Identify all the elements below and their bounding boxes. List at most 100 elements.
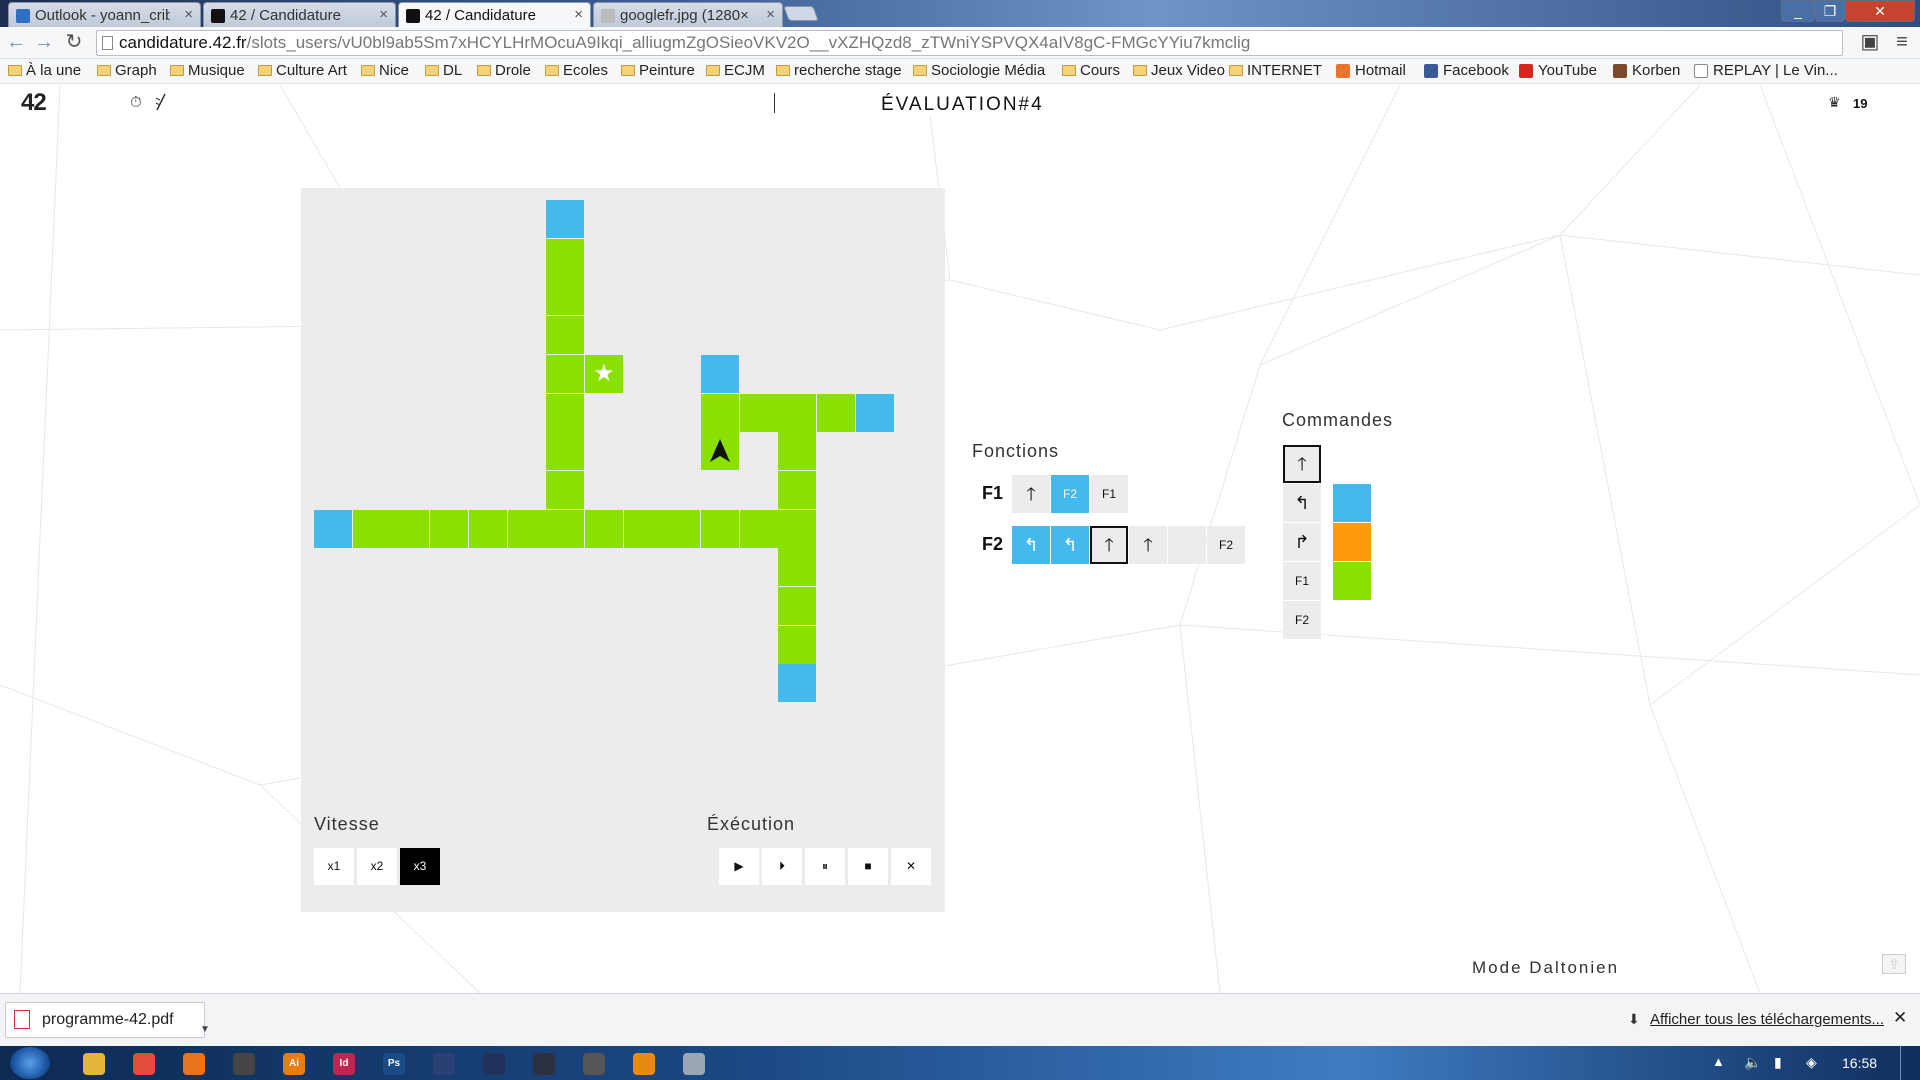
app-icon[interactable] (583, 1053, 605, 1075)
unity-icon[interactable] (533, 1053, 555, 1075)
bookmark-item[interactable]: À la une (6, 62, 81, 79)
tab-close-icon[interactable]: × (379, 6, 388, 23)
browser-tab[interactable]: googlefr.jpg (1280× × (593, 2, 783, 27)
start-button[interactable] (10, 1047, 50, 1079)
bookmark-item[interactable]: Ecoles (543, 62, 608, 79)
bookmark-item[interactable]: DL (423, 62, 462, 79)
color-condition-button[interactable] (1333, 523, 1371, 561)
bookmark-item[interactable]: Culture Art (256, 62, 347, 79)
back-button[interactable]: ← (4, 31, 28, 55)
game-board: ★ Vitesse x1 x2 x3 Éxécution ▶ ⏵ ⏸ ■ ✕ (301, 188, 945, 912)
bookmark-label: Culture Art (276, 62, 347, 79)
explorer-icon[interactable] (83, 1053, 105, 1075)
command-button[interactable]: F2 (1283, 601, 1321, 639)
maximize-button[interactable]: ❐ (1815, 0, 1845, 22)
bookmark-item[interactable]: INTERNET (1227, 62, 1322, 79)
bookmark-item[interactable]: Korben (1612, 62, 1680, 79)
show-all-downloads-link[interactable]: ⬇ Afficher tous les téléchargements... (1628, 1011, 1884, 1028)
tray-arrow-icon[interactable]: ▲ (1712, 1054, 1725, 1069)
indesign-icon[interactable]: Id (333, 1053, 355, 1075)
speed-button[interactable]: x2 (357, 848, 397, 885)
bookmark-label: Facebook (1443, 62, 1509, 79)
command-button[interactable]: ↰ (1283, 484, 1321, 522)
header-divider (774, 93, 775, 113)
command-button[interactable]: F1 (1283, 562, 1321, 600)
logo-42[interactable]: 42 (21, 89, 47, 117)
download-item[interactable]: programme-42.pdf ▼ (5, 1002, 210, 1038)
minimize-button[interactable]: _ (1781, 0, 1815, 22)
bookmark-item[interactable]: ECJM (704, 62, 765, 79)
folder-icon (776, 65, 790, 76)
bookmark-item[interactable]: recherche stage (774, 62, 902, 79)
new-tab-button[interactable] (783, 6, 819, 21)
bookmark-item[interactable]: Hotmail (1335, 62, 1406, 79)
color-condition-button[interactable] (1333, 562, 1371, 600)
command-button[interactable]: 🡑 (1283, 445, 1321, 483)
close-shelf-icon[interactable]: ✕ (1893, 1008, 1907, 1028)
step-button[interactable]: ⏵ (762, 848, 802, 885)
browser-tab[interactable]: 42 / Candidature × (398, 2, 591, 27)
browser-tab[interactable]: 42 / Candidature × (203, 2, 396, 27)
tab-title: 42 / Candidature (425, 7, 536, 24)
app-icon[interactable] (483, 1053, 505, 1075)
volume-icon[interactable]: 🔈 (1744, 1054, 1761, 1071)
network-icon[interactable]: ▮ (1774, 1054, 1782, 1071)
board-cell (701, 393, 739, 432)
play-button[interactable]: ▶ (719, 848, 759, 885)
board-cell (546, 277, 585, 316)
app-icon[interactable] (433, 1053, 455, 1075)
bookmark-item[interactable]: YouTube (1518, 62, 1597, 79)
share-icon[interactable]: ⇪ (1882, 954, 1906, 974)
app-icon[interactable] (683, 1053, 705, 1075)
show-desktop-button[interactable] (1900, 1046, 1920, 1080)
colorblind-mode-toggle[interactable]: Mode Daltonien (1472, 958, 1619, 978)
tab-close-icon[interactable]: × (574, 6, 583, 23)
command-button[interactable]: ↱ (1283, 523, 1321, 561)
pause-button[interactable]: ⏸ (805, 848, 845, 885)
bookmark-item[interactable]: Jeux Video (1131, 62, 1225, 79)
bookmark-item[interactable]: Cours (1060, 62, 1120, 79)
tab-close-icon[interactable]: × (184, 6, 193, 23)
menu-icon[interactable]: ≡ (1890, 31, 1914, 55)
function-slot[interactable]: ↰ (1012, 526, 1050, 564)
reload-button[interactable]: ↻ (62, 31, 86, 55)
bookmark-item[interactable]: REPLAY | Le Vin... (1693, 62, 1838, 79)
function-slot[interactable]: 🡑 (1012, 475, 1050, 513)
address-bar[interactable]: candidature.42.fr/slots_users/vU0bl9ab5S… (96, 30, 1843, 56)
extension-icon[interactable]: ▣ (1858, 31, 1882, 55)
photoshop-icon[interactable]: Ps (383, 1053, 405, 1075)
bookmark-item[interactable]: Graph (95, 62, 157, 79)
bookmark-item[interactable]: Sociologie Média (911, 62, 1045, 79)
tab-strip: Outlook - yoann_crib × 42 / Candidature × 42… (0, 0, 1920, 27)
chrome-icon[interactable] (133, 1053, 155, 1075)
chevron-down-icon[interactable]: ▼ (200, 1013, 210, 1047)
function-slot[interactable]: ↰ (1051, 526, 1089, 564)
bookmark-item[interactable]: Musique (168, 62, 245, 79)
clear-button[interactable]: ✕ (891, 848, 931, 885)
bookmark-item[interactable]: Facebook (1423, 62, 1509, 79)
stop-button[interactable]: ■ (848, 848, 888, 885)
bookmark-item[interactable]: Drole (475, 62, 531, 79)
firefox-icon[interactable] (183, 1053, 205, 1075)
bookmark-item[interactable]: Peinture (619, 62, 695, 79)
function-slot[interactable]: F1 (1090, 475, 1128, 513)
bookmark-item[interactable]: Nice (359, 62, 409, 79)
function-slot[interactable]: F2 (1207, 526, 1245, 564)
bookmark-label: Peinture (639, 62, 695, 79)
browser-tab[interactable]: Outlook - yoann_crib × (8, 2, 201, 27)
function-slot[interactable]: 🡑 (1129, 526, 1167, 564)
function-slot[interactable]: 🡑 (1090, 526, 1128, 564)
illustrator-icon[interactable]: Ai (283, 1053, 305, 1075)
forward-button[interactable]: → (32, 31, 56, 55)
speed-button[interactable]: x3 (400, 848, 440, 885)
tray-app-icon[interactable]: ◈ (1806, 1054, 1817, 1071)
color-condition-button[interactable] (1333, 484, 1371, 522)
vlc-icon[interactable] (633, 1053, 655, 1075)
bookmark-label: Cours (1080, 62, 1121, 79)
speed-button[interactable]: x1 (314, 848, 354, 885)
function-slot[interactable] (1168, 526, 1206, 564)
close-window-button[interactable]: ✕ (1845, 0, 1915, 22)
function-slot[interactable]: F2 (1051, 475, 1089, 513)
tab-close-icon[interactable]: × (766, 6, 775, 23)
app-icon[interactable] (233, 1053, 255, 1075)
